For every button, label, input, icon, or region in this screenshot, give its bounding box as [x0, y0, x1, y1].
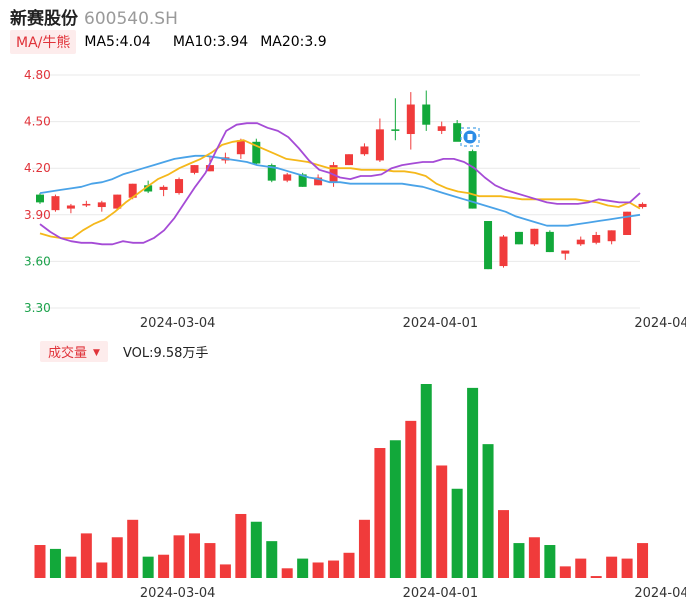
volume-bar	[158, 554, 170, 578]
volume-bar	[127, 519, 139, 578]
volume-bar	[297, 558, 309, 578]
volume-bar	[451, 488, 463, 578]
volume-bar	[96, 562, 108, 578]
volume-bar	[575, 558, 587, 578]
candle	[514, 231, 523, 245]
volume-bar	[606, 556, 618, 578]
candle	[453, 120, 462, 142]
y-tick-label: 3.30	[24, 301, 51, 315]
candle	[545, 230, 554, 253]
volume-bar	[389, 440, 401, 578]
volume-bar	[405, 420, 417, 578]
candle	[252, 138, 261, 166]
candlestick-chart: 4.80 4.50 4.20 3.90 3.60 3.30 2024-03-04 2024-…	[24, 68, 686, 331]
volume-bar	[281, 568, 293, 578]
candle	[499, 234, 508, 268]
y-tick-label: 3.90	[24, 208, 51, 222]
volume-bar	[34, 545, 46, 578]
volume-bar	[250, 521, 262, 578]
candle	[592, 231, 601, 245]
volume-bar	[559, 566, 571, 578]
volume-bar	[420, 384, 432, 578]
candle	[437, 121, 446, 135]
candle	[66, 203, 75, 214]
candle	[422, 90, 431, 131]
volume-bar	[621, 558, 633, 578]
candle	[468, 149, 477, 209]
candle	[530, 228, 539, 246]
volume-bar	[65, 556, 77, 578]
candle	[36, 193, 44, 204]
candle	[576, 236, 585, 246]
volume-bar	[328, 560, 340, 578]
volume-bar	[49, 548, 61, 578]
volume-bar	[204, 543, 216, 578]
candle	[175, 177, 184, 195]
volume-bar	[590, 576, 602, 578]
x-tick-label: 2024-04-30	[634, 316, 686, 331]
y-tick-label: 4.80	[24, 68, 51, 82]
volume-bar	[80, 533, 92, 578]
candle	[623, 211, 632, 235]
candle	[360, 143, 369, 156]
news-marker-icon[interactable]	[460, 127, 480, 147]
candle	[51, 194, 60, 212]
y-tick-label: 4.50	[24, 115, 51, 129]
volume-x-tick-label: 2024-03-04	[140, 586, 216, 601]
x-tick-label: 2024-04-01	[403, 316, 479, 331]
candle	[391, 98, 400, 141]
candle	[375, 118, 384, 162]
volume-bar	[189, 533, 200, 578]
candle	[190, 165, 199, 175]
volume-bar	[312, 562, 324, 578]
candle	[607, 230, 616, 245]
volume-bar	[544, 545, 556, 578]
volume-bar	[111, 537, 123, 578]
volume-bar	[374, 448, 386, 578]
volume-x-tick-label: 2024-04-01	[403, 586, 479, 601]
candle	[484, 221, 493, 270]
volume-bar	[219, 564, 231, 578]
candle	[283, 172, 292, 183]
candle	[97, 200, 106, 212]
volume-x-tick-label: 2024-04-30	[634, 586, 686, 601]
volume-bar	[637, 543, 649, 578]
volume-bar	[513, 543, 525, 578]
volume-legend: 成交量 ▼ VOL:9.58万手	[40, 340, 209, 362]
volume-bar	[173, 535, 185, 578]
volume-bar	[528, 537, 540, 578]
volume-selector-button[interactable]: 成交量 ▼	[40, 340, 108, 362]
candle	[345, 154, 353, 166]
x-tick-label: 2024-03-04	[140, 316, 216, 331]
candle	[82, 200, 91, 208]
candle	[159, 185, 168, 197]
volume-bar	[235, 513, 247, 578]
volume-bar	[358, 519, 370, 578]
caret-down-icon: ▼	[93, 347, 100, 358]
volume-value: VOL:9.58万手	[122, 345, 209, 361]
volume-bar	[142, 556, 154, 578]
candle	[406, 92, 415, 150]
volume-bar	[482, 444, 494, 578]
y-tick-label: 4.20	[24, 161, 51, 175]
candle	[561, 250, 570, 260]
volume-bar	[343, 552, 355, 578]
y-tick-label: 3.60	[24, 254, 51, 268]
volume-bar	[266, 541, 278, 578]
volume-bar	[436, 465, 448, 578]
volume-bar	[467, 387, 479, 578]
volume-bar	[498, 510, 509, 578]
